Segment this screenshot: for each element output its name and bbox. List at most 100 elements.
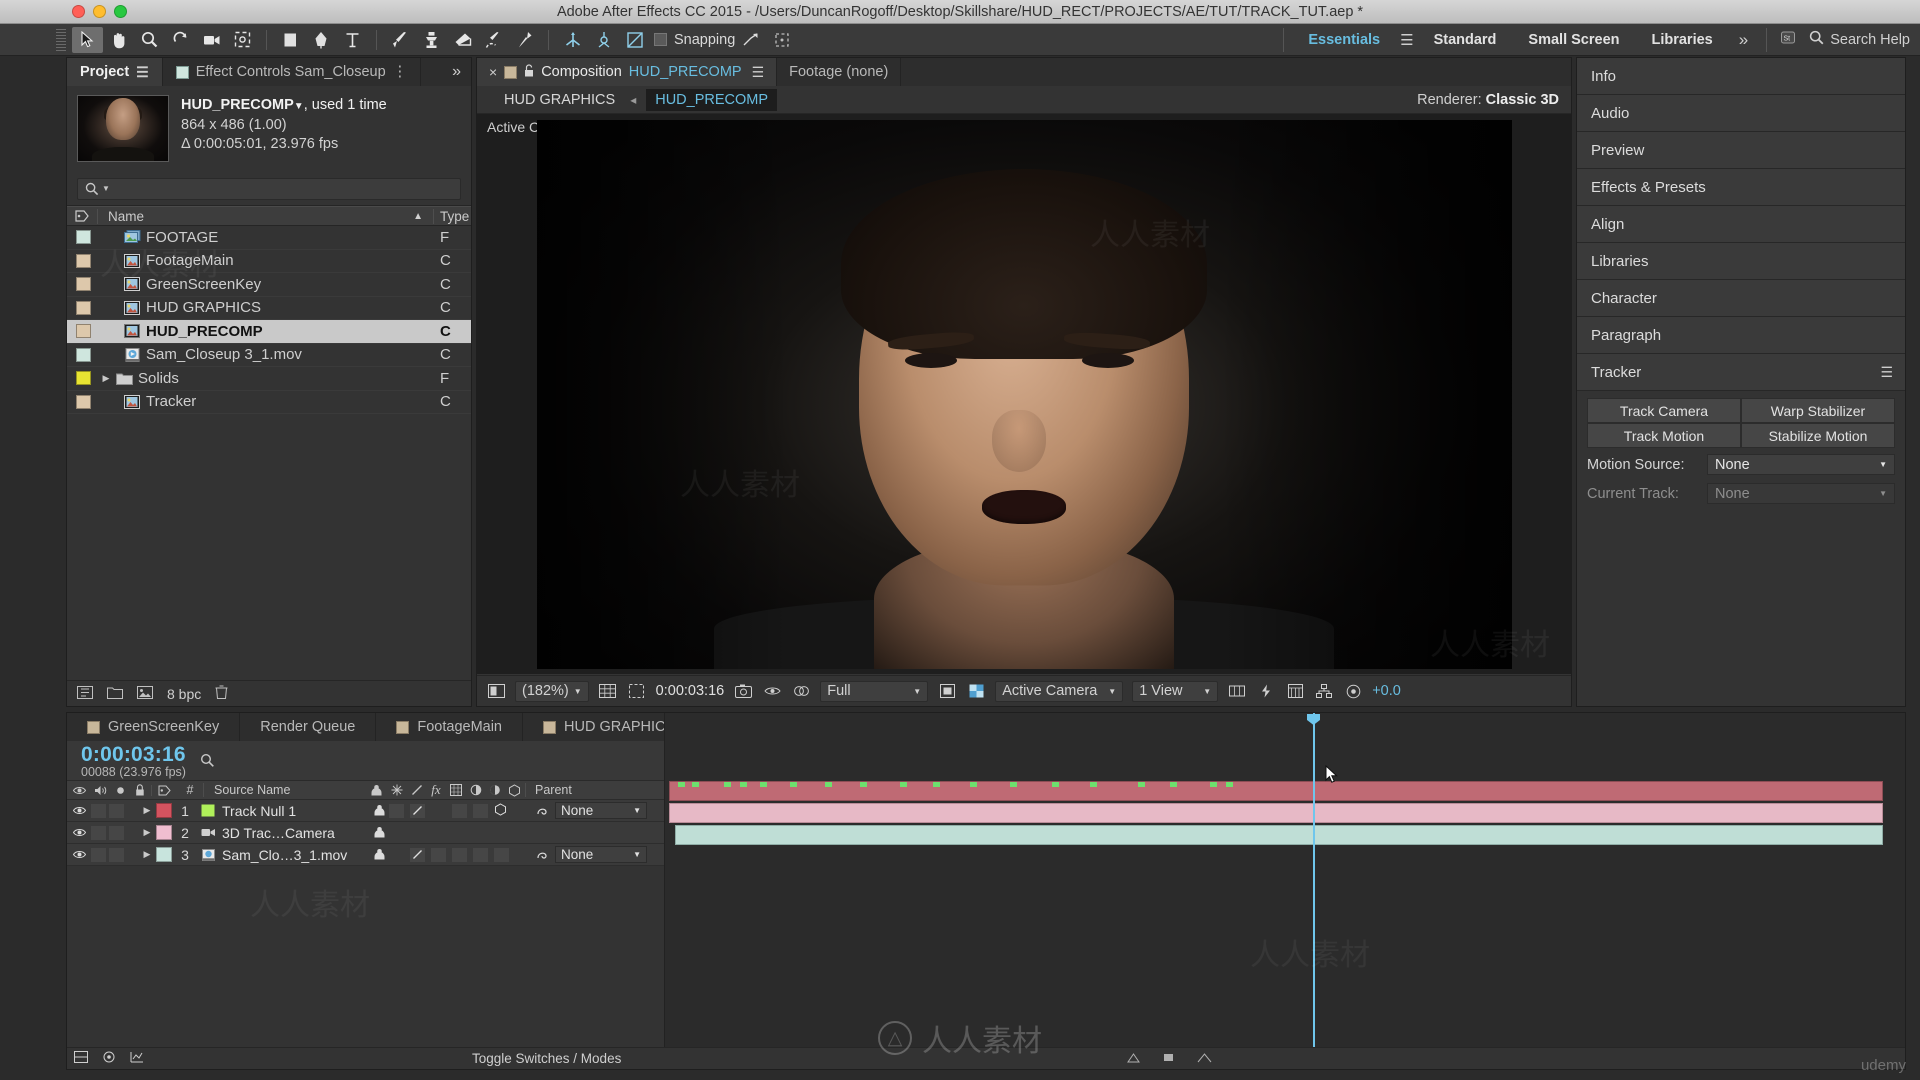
bit-depth-label[interactable]: 8 bpc <box>167 686 201 702</box>
resolution-dropdown[interactable]: Full ▼ <box>820 680 929 702</box>
layer-visibility-toggle[interactable] <box>67 849 91 860</box>
layer-lock-toggle[interactable] <box>127 804 135 818</box>
exposure-value[interactable]: +0.0 <box>1372 683 1401 699</box>
project-row-greenscreenkey[interactable]: GreenScreenKey C <box>67 273 471 297</box>
mask-icon[interactable] <box>627 684 647 698</box>
camera-tool[interactable] <box>196 27 227 53</box>
warp-stabilizer-button[interactable]: Warp Stabilizer <box>1741 398 1895 423</box>
shy-toggle-icon[interactable] <box>373 803 386 819</box>
keyframe-marker[interactable] <box>692 782 699 787</box>
search-help-group[interactable]: St Search Help <box>1775 30 1910 49</box>
motion-blur-toggle[interactable] <box>473 847 488 862</box>
breadcrumb-hud-precomp[interactable]: HUD_PRECOMP <box>646 88 778 111</box>
adjustment-toggle[interactable] <box>494 847 509 862</box>
motion-blur-switch-icon[interactable] <box>466 784 485 796</box>
collapse-toggle[interactable] <box>389 848 404 862</box>
parent-dropdown[interactable]: None ▼ <box>555 846 647 863</box>
lock-icon[interactable] <box>524 63 534 81</box>
toolbar-grip[interactable] <box>56 28 66 51</box>
timeline-tracks-area[interactable] <box>664 713 1905 1069</box>
keyframe-marker[interactable] <box>740 782 747 787</box>
keyframe-marker[interactable] <box>678 782 685 787</box>
panel-effects-presets[interactable]: Effects & Presets <box>1577 169 1905 206</box>
workspace-overflow-icon[interactable]: » <box>1729 30 1758 50</box>
keyframe-marker[interactable] <box>1090 782 1097 787</box>
layer-expand-icon[interactable]: ▶ <box>138 805 156 816</box>
toggle-switches-modes-icon[interactable] <box>67 1051 95 1066</box>
shy-switch-icon[interactable] <box>365 784 387 796</box>
track-bar-3d-camera[interactable] <box>669 803 1883 823</box>
three-d-toggle-icon[interactable] <box>494 802 507 819</box>
audio-column-icon[interactable] <box>91 785 111 796</box>
zoom-out-timeline-icon[interactable] <box>1127 1051 1140 1066</box>
frame-blend-toggle[interactable] <box>452 803 467 818</box>
project-row-tracker[interactable]: Tracker C <box>67 391 471 414</box>
graph-toggle-icon[interactable] <box>123 1051 151 1066</box>
adjustment-layer-switch-icon[interactable] <box>485 784 504 796</box>
new-folder-icon[interactable] <box>107 686 123 702</box>
layer-name[interactable]: 3D Trac…Camera <box>218 825 368 841</box>
tab-effect-controls[interactable]: Effect Controls Sam_Closeup ⋮ <box>162 58 422 86</box>
region-of-interest-icon[interactable] <box>937 684 957 698</box>
timeline-zoom-slider[interactable] <box>1162 1051 1175 1066</box>
layer-lock-toggle[interactable] <box>127 826 135 840</box>
hand-tool[interactable] <box>103 27 134 53</box>
comp-render-icon[interactable] <box>95 1051 123 1066</box>
column-header-type[interactable]: Type <box>433 208 471 224</box>
snapping-bounds-icon[interactable] <box>766 27 797 53</box>
axis-local-icon[interactable] <box>588 27 619 53</box>
workspace-essentials[interactable]: Essentials <box>1292 32 1396 48</box>
type-tool[interactable] <box>337 27 368 53</box>
view-camera-dropdown[interactable]: Active Camera ▼ <box>995 680 1124 702</box>
timeline-search-input[interactable] <box>200 752 222 770</box>
fx-toggle[interactable] <box>431 804 446 818</box>
lock-column-icon[interactable] <box>129 784 151 796</box>
video-column-icon[interactable] <box>67 785 91 796</box>
keyframe-marker[interactable] <box>1052 782 1059 787</box>
workspace-menu-icon[interactable]: ☰ <box>1396 31 1417 49</box>
label-swatch[interactable] <box>76 324 91 339</box>
layer-visibility-toggle[interactable] <box>67 827 91 838</box>
channel-icon[interactable] <box>791 684 811 698</box>
keyframe-marker[interactable] <box>1170 782 1177 787</box>
show-snapshot-icon[interactable] <box>762 684 782 698</box>
tab-greenscreenkey[interactable]: GreenScreenKey <box>67 713 241 741</box>
fx-toggle[interactable] <box>431 847 446 862</box>
layer-name[interactable]: Sam_Clo…3_1.mov <box>218 847 368 863</box>
frame-blending-switch-icon[interactable] <box>446 784 466 796</box>
keyframe-marker[interactable] <box>825 782 832 787</box>
label-swatch[interactable] <box>76 371 91 386</box>
track-bar-sam-closeup[interactable] <box>675 825 1883 845</box>
zoom-tool[interactable] <box>134 27 165 53</box>
tab-effect-controls-close-icon[interactable]: ⋮ <box>393 64 408 80</box>
composition-panel-menu-icon[interactable]: ☰ <box>752 64 765 81</box>
shape-tool[interactable] <box>275 27 306 53</box>
layer-name[interactable]: Track Null 1 <box>218 803 368 819</box>
breadcrumb-hud-graphics[interactable]: HUD GRAPHICS <box>499 90 620 110</box>
collapse-toggle[interactable] <box>389 803 404 818</box>
panel-libraries[interactable]: Libraries <box>1577 243 1905 280</box>
keyframe-marker[interactable] <box>1210 782 1217 787</box>
delete-icon[interactable] <box>215 685 228 702</box>
quality-switch-icon[interactable] <box>407 784 426 796</box>
brush-tool[interactable] <box>385 27 416 53</box>
project-row-footage[interactable]: FOOTAGE F <box>67 226 471 250</box>
playhead-grip[interactable] <box>1307 714 1320 725</box>
snapping-arrow-icon[interactable] <box>735 27 766 53</box>
layer-audio-toggle[interactable] <box>91 847 106 862</box>
quality-toggle[interactable] <box>410 803 425 818</box>
pixel-aspect-icon[interactable] <box>1227 684 1247 698</box>
workspace-libraries[interactable]: Libraries <box>1635 32 1728 48</box>
timeline-playhead[interactable] <box>1313 713 1315 1069</box>
zoom-in-timeline-icon[interactable] <box>1197 1051 1212 1066</box>
project-row-solids[interactable]: ▶ Solids F <box>67 367 471 391</box>
track-bar-track-null[interactable] <box>669 781 1883 801</box>
transparency-grid-icon[interactable] <box>966 684 986 698</box>
parent-column-header[interactable]: Parent <box>525 783 625 797</box>
label-column-icon[interactable] <box>67 210 97 222</box>
panel-paragraph[interactable]: Paragraph <box>1577 317 1905 354</box>
composition-canvas[interactable] <box>536 119 1512 669</box>
current-track-dropdown[interactable]: None ▼ <box>1707 483 1895 504</box>
tracker-panel-menu-icon[interactable]: ☰ <box>1880 364 1893 381</box>
keyframe-marker[interactable] <box>1226 782 1233 787</box>
